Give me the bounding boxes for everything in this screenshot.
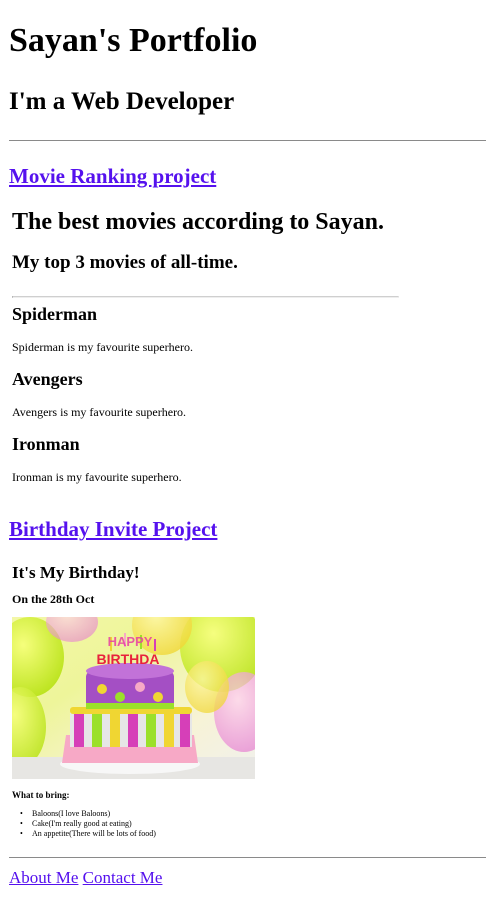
- movie-name: Spiderman: [12, 304, 98, 324]
- bring-list: Baloons(I love Baloons) Cake(I'm really …: [20, 809, 156, 839]
- about-me-link[interactable]: About Me: [9, 868, 78, 887]
- cake-illustration: HAPPY BIRTHDA: [12, 617, 255, 779]
- birthday-date: On the 28th Oct: [12, 592, 95, 606]
- birthday-cake-image: HAPPY BIRTHDA: [12, 617, 255, 779]
- movie-name: Avengers: [12, 369, 83, 389]
- movie-project-subtitle: My top 3 movies of all-time.: [12, 252, 238, 273]
- cake-topper-birthday: BIRTHDA: [97, 651, 160, 667]
- bring-heading: What to bring:: [12, 790, 70, 800]
- movie-name: Ironman: [12, 434, 80, 454]
- movie-description: Avengers is my favourite superhero.: [12, 405, 187, 419]
- birthday-project-link[interactable]: Birthday Invite Project: [9, 516, 217, 542]
- list-item: An appetite(There will be lots of food): [20, 829, 156, 839]
- divider: [9, 857, 486, 858]
- list-item: Cake(I'm really good at eating): [20, 819, 156, 829]
- movie-description: Ironman is my favourite superhero.: [12, 470, 182, 484]
- movie-project-title: The best movies according to Sayan.: [12, 209, 384, 235]
- list-item: Baloons(I love Baloons): [20, 809, 156, 819]
- page-subtitle: I'm a Web Developer: [9, 88, 235, 115]
- movie-description: Spiderman is my favourite superhero.: [12, 340, 193, 354]
- contact-me-link[interactable]: Contact Me: [83, 868, 163, 887]
- movie-project-link[interactable]: Movie Ranking project: [9, 163, 216, 189]
- page-title: Sayan's Portfolio: [9, 22, 258, 59]
- cake-topper-happy: HAPPY: [108, 634, 153, 649]
- divider: [9, 140, 486, 141]
- movie-divider: [12, 296, 399, 298]
- footer-nav: About Me Contact Me: [9, 868, 162, 888]
- birthday-title: It's My Birthday!: [12, 563, 140, 582]
